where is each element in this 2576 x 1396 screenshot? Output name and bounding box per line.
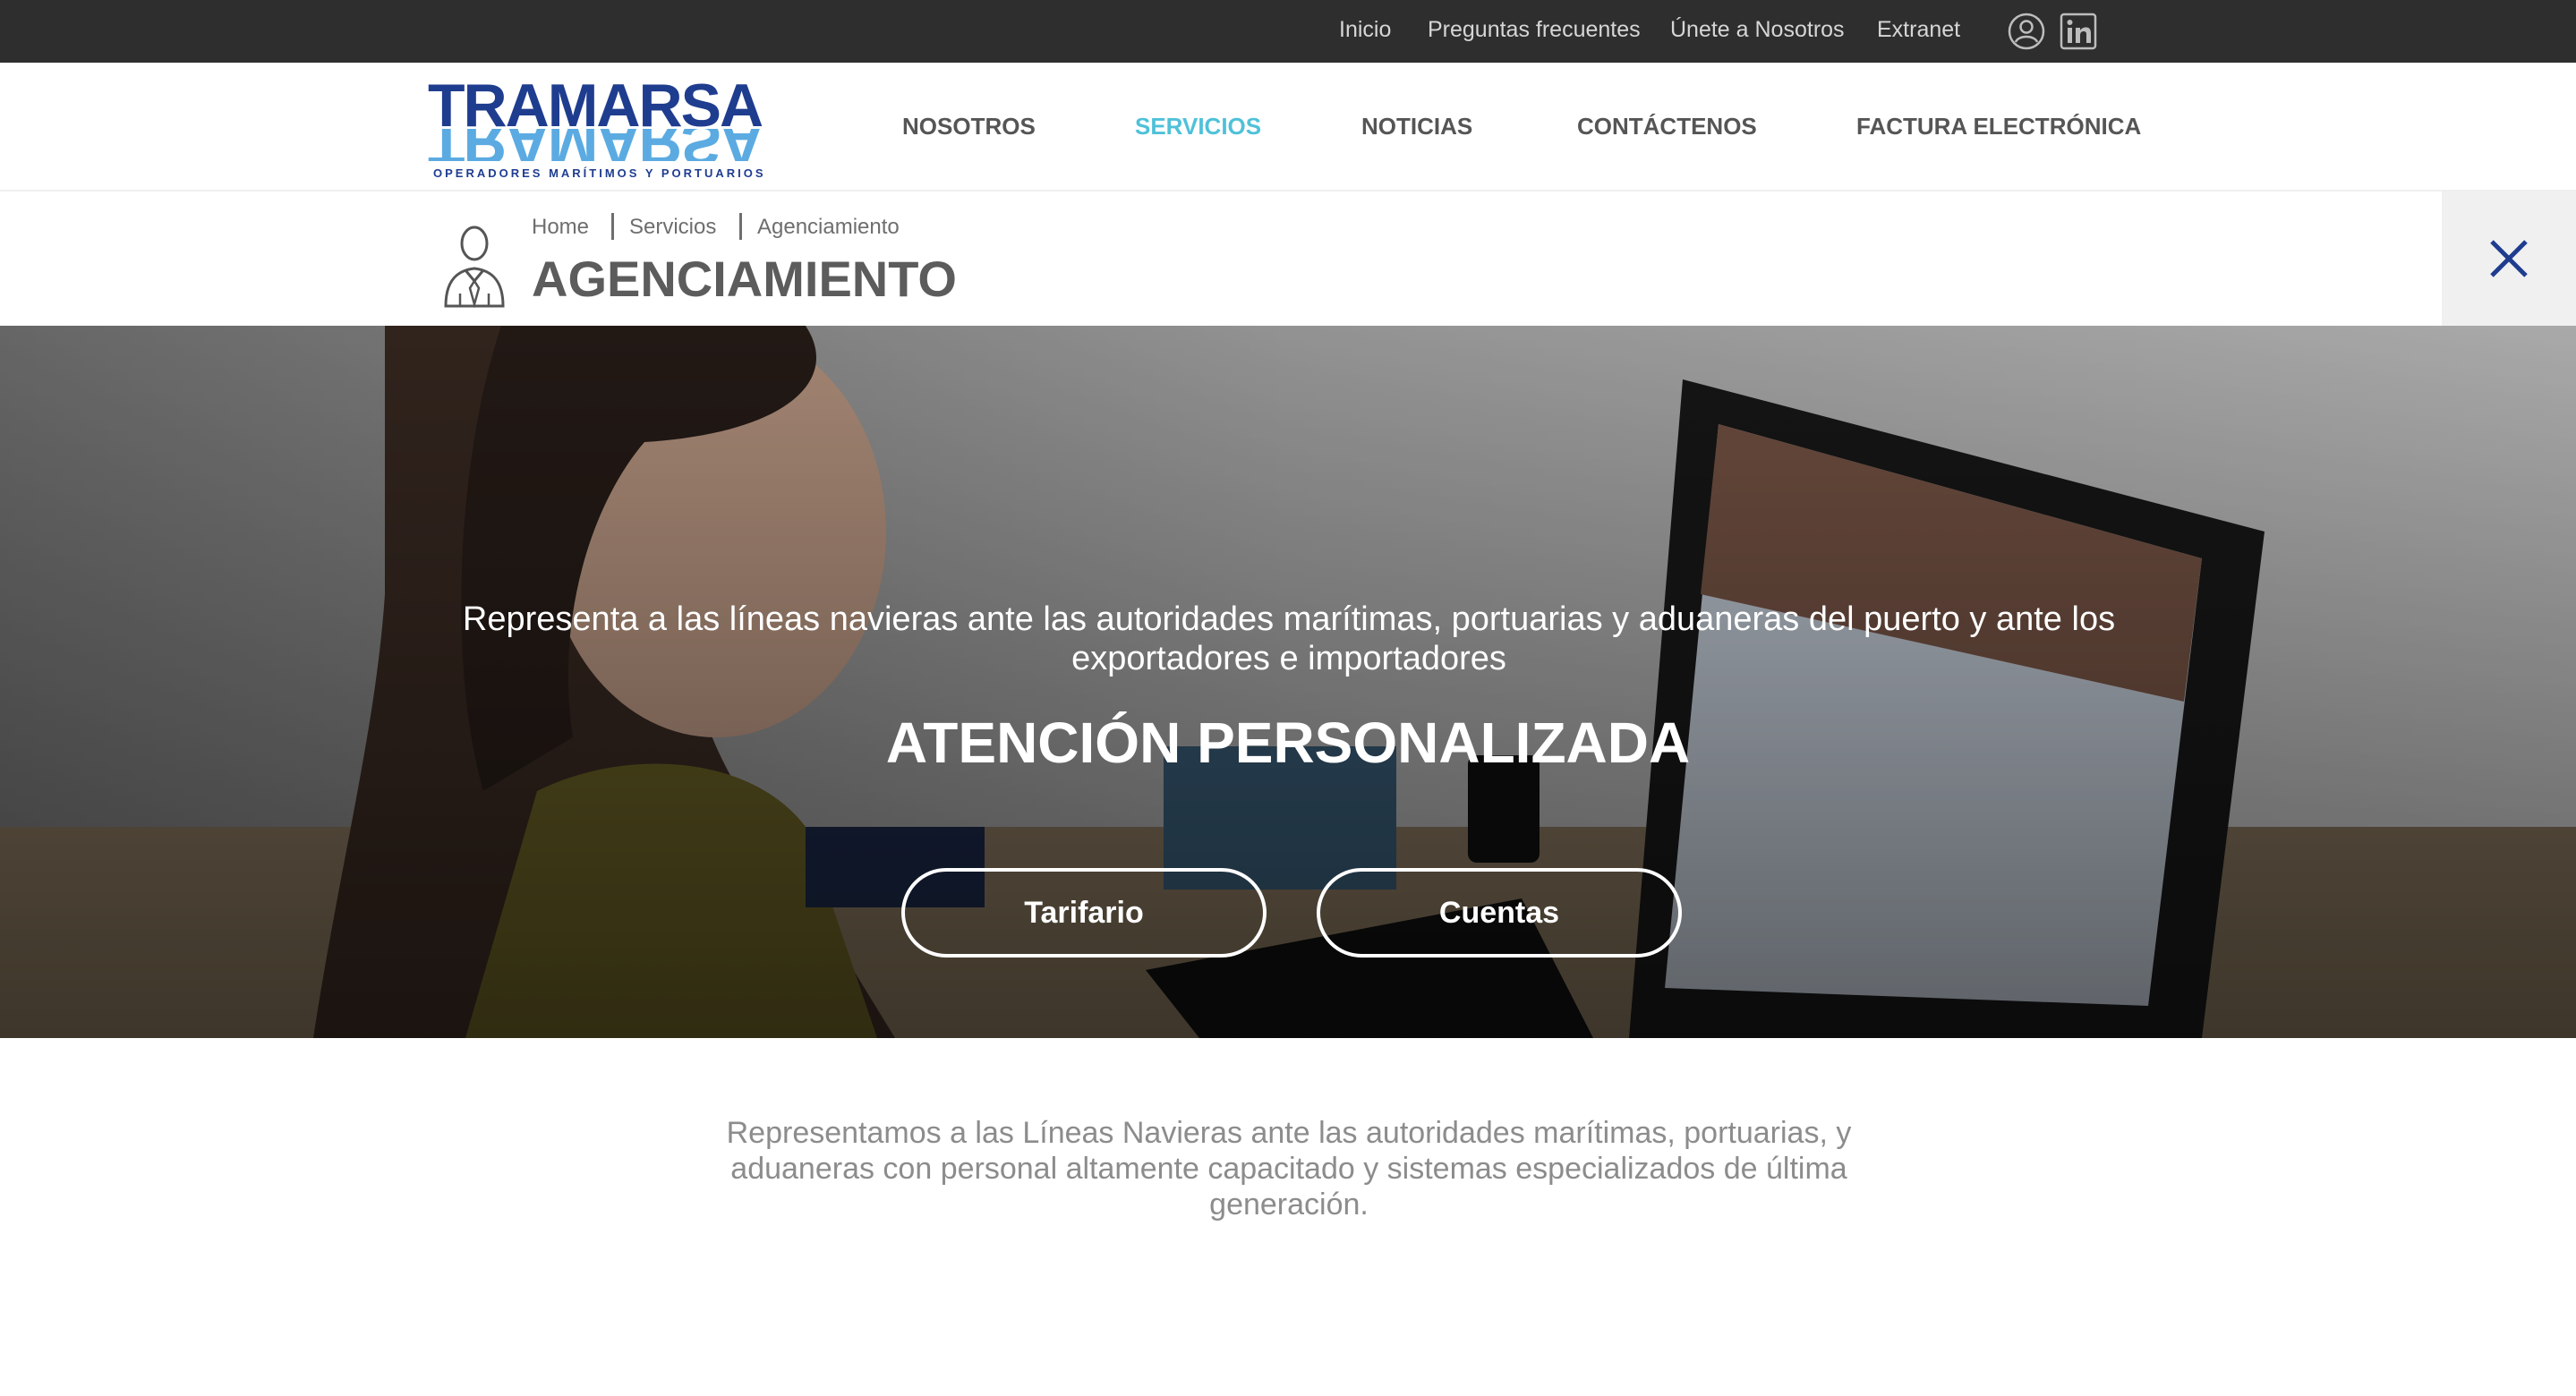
tramarsa-logo[interactable]: TRAMARSA TRAMARSA OPERADORES MARÍTIMOS Y… [428,73,763,183]
close-icon [2490,240,2528,277]
cuentas-button[interactable]: Cuentas [1317,868,1682,958]
breadcrumb-separator [611,213,614,240]
breadcrumb-current: Agenciamiento [757,215,900,239]
topbar-link-unete[interactable]: Únete a Nosotros [1670,16,1845,43]
page-title-bar: Home Servicios Agenciamiento AGENCIAMIEN… [0,192,2576,326]
tarifario-button[interactable]: Tarifario [901,868,1267,958]
nav-item-contactenos[interactable]: CONTÁCTENOS [1577,113,1757,140]
intro-paragraph: Representamos a las Líneas Navieras ante… [726,1116,1852,1222]
linkedin-icon[interactable] [2059,12,2098,51]
top-utility-bar: Inicio Preguntas frecuentes Únete a Noso… [0,0,2576,63]
breadcrumb-home[interactable]: Home [532,215,589,240]
main-header: TRAMARSA TRAMARSA OPERADORES MARÍTIMOS Y… [0,63,2576,192]
user-icon[interactable] [2007,12,2046,51]
topbar-link-inicio[interactable]: Inicio [1339,16,1391,43]
hero-title: ATENCIÓN PERSONALIZADA [885,711,1691,775]
nav-item-noticias[interactable]: NOTICIAS [1361,113,1472,140]
nav-item-nosotros[interactable]: NOSOTROS [902,113,1036,140]
hero-background-photo [0,326,2576,1038]
breadcrumb-separator [739,213,742,240]
businessman-icon [444,226,505,309]
logo-reflection: TRAMARSA [428,129,762,161]
breadcrumb-servicios[interactable]: Servicios [629,215,716,240]
close-button[interactable] [2442,192,2576,326]
topbar-link-extranet[interactable]: Extranet [1877,16,1960,43]
nav-item-factura-electronica[interactable]: FACTURA ELECTRÓNICA [1856,113,2141,140]
logo-tagline: OPERADORES MARÍTIMOS Y PORTUARIOS [433,166,766,180]
nav-item-servicios[interactable]: SERVICIOS [1135,113,1261,140]
page-title: AGENCIAMIENTO [532,251,957,307]
hero-banner: Representa a las líneas navieras ante la… [0,326,2576,1038]
hero-description: Representa a las líneas navieras ante la… [462,600,2116,677]
topbar-link-preguntas-frecuentes[interactable]: Preguntas frecuentes [1428,16,1641,43]
